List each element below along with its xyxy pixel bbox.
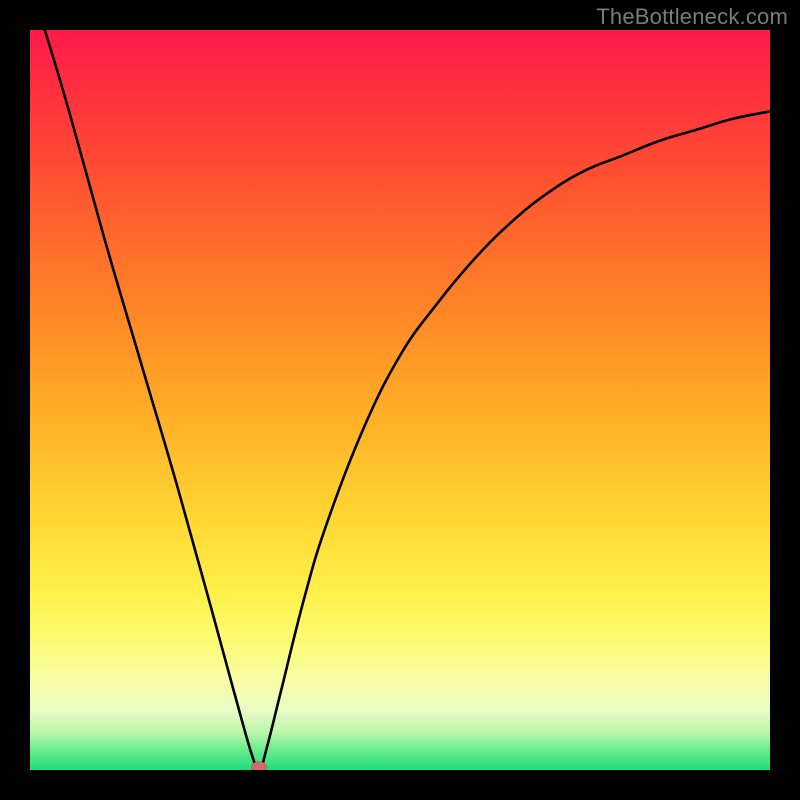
bottleneck-curve [30,30,770,770]
watermark-text: TheBottleneck.com [596,4,788,30]
plot-area [30,30,770,770]
minimum-marker [251,762,267,771]
chart-frame: TheBottleneck.com [0,0,800,800]
